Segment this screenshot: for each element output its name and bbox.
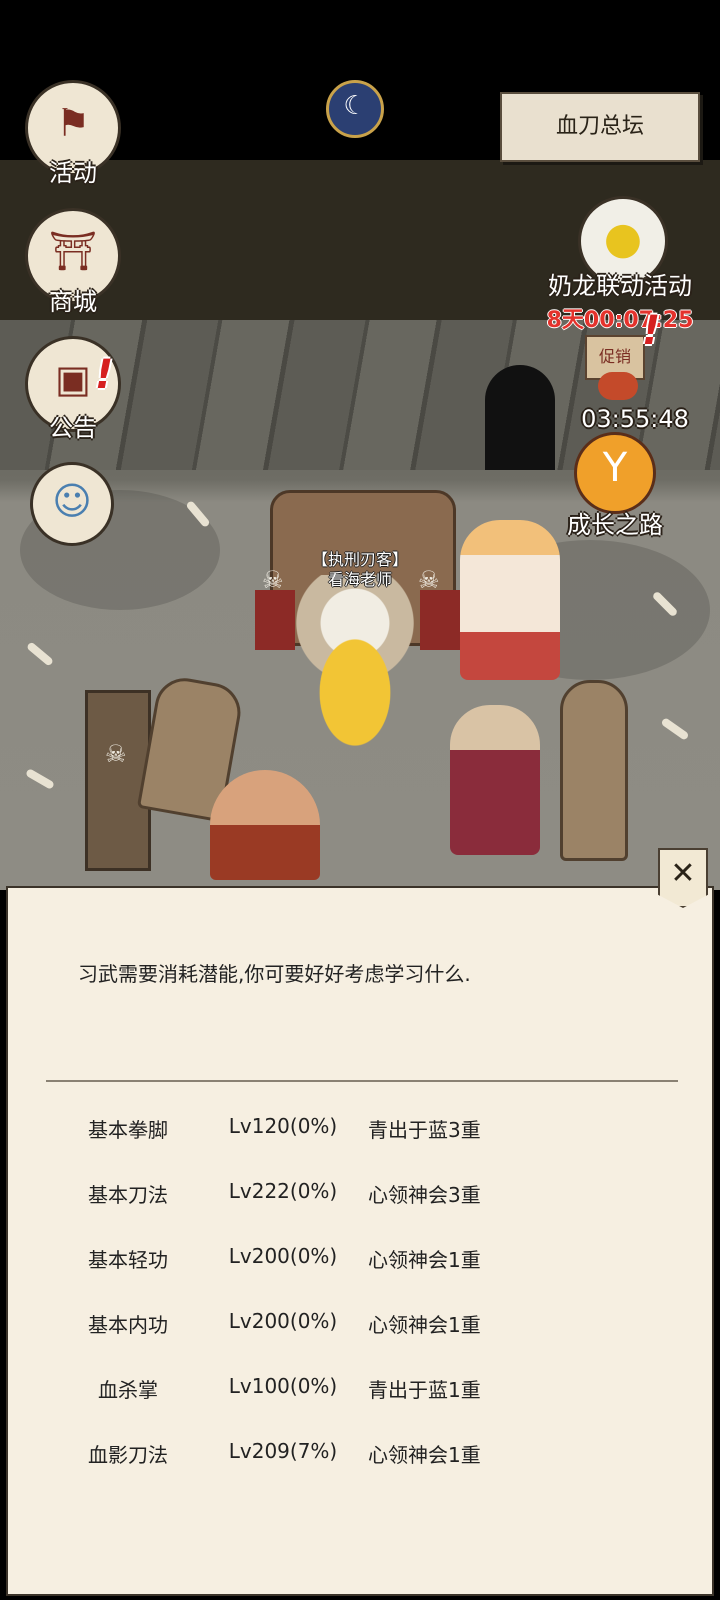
skill-rank: 心领神会3重 [368, 1183, 481, 1207]
treasure-bag-icon [598, 372, 638, 400]
skill-row[interactable]: 血影刀法 Lv209(7%) 心领神会1重 [8, 1433, 716, 1473]
event-label: 奶龙联动活动 [548, 272, 692, 300]
skill-rank: 心领神会1重 [368, 1313, 481, 1337]
skill-level: Lv120(0%) [228, 1114, 338, 1138]
night-mode-button[interactable]: ☾ [326, 80, 384, 138]
skill-name: 血影刀法 [88, 1443, 168, 1467]
milk-dragon-icon: ● [603, 213, 643, 264]
npc-title: 【执刑刃客】 [311, 550, 408, 569]
shop-icon: ⛩ [48, 229, 98, 273]
growth-label: 成长之路 [567, 511, 663, 539]
moon-icon: ☾ [343, 91, 367, 121]
location-button[interactable]: 血刀总坛 [500, 92, 700, 162]
alert-icon: ! [95, 352, 114, 398]
skill-name: 血杀掌 [98, 1378, 158, 1402]
skill-row[interactable]: 基本刀法 Lv222(0%) 心领神会3重 [8, 1173, 716, 1213]
flag-icon: ⚑ [55, 101, 91, 145]
npc-name-label: 【执刑刃客】 看海老师 [300, 550, 420, 590]
character-portrait-icon: ☺ [52, 479, 92, 523]
npc-monk-king[interactable] [460, 520, 560, 680]
npc-old-man[interactable] [450, 705, 540, 855]
skill-level: Lv222(0%) [228, 1179, 338, 1203]
skill-rank: 心领神会1重 [368, 1248, 481, 1272]
npc-bald-warrior[interactable] [210, 770, 320, 880]
dialog-prompt: 习武需要消耗潜能,你可要好好考虑学习什么. [78, 962, 471, 986]
red-drape [420, 590, 460, 650]
skull-icon: ☠ [418, 566, 440, 594]
skill-name: 基本轻功 [88, 1248, 168, 1272]
skill-row[interactable]: 血杀掌 Lv100(0%) 青出于蓝1重 [8, 1368, 716, 1408]
red-drape [255, 590, 295, 650]
skill-level: Lv200(0%) [228, 1244, 338, 1268]
skill-name: 基本刀法 [88, 1183, 168, 1207]
alert-icon: ! [642, 308, 661, 354]
skill-row[interactable]: 基本轻功 Lv200(0%) 心领神会1重 [8, 1238, 716, 1278]
character-button[interactable]: ☺ [30, 462, 114, 546]
skill-rank: 青出于蓝1重 [368, 1378, 481, 1402]
activity-label: 活动 [49, 159, 97, 187]
skill-name: 基本拳脚 [88, 1118, 168, 1142]
promo-countdown: 03:55:48 [581, 405, 689, 433]
skill-name: 基本内功 [88, 1313, 168, 1337]
cave-entrance [485, 365, 555, 470]
skull-icon: ☠ [262, 566, 284, 594]
location-label: 血刀总坛 [555, 114, 644, 139]
learn-skill-dialog: 习武需要消耗潜能,你可要好好考虑学习什么. 基本拳脚 Lv120(0%) 青出于… [6, 886, 714, 1596]
person-cheer-icon: Y [602, 445, 628, 491]
skill-row[interactable]: 基本拳脚 Lv120(0%) 青出于蓝3重 [8, 1108, 716, 1148]
skull-icon: ☠ [105, 740, 127, 768]
notice-label: 公告 [49, 414, 97, 442]
player-character[interactable] [300, 610, 410, 760]
skill-level: Lv100(0%) [228, 1374, 338, 1398]
skill-row[interactable]: 基本内功 Lv200(0%) 心领神会1重 [8, 1303, 716, 1343]
skill-level: Lv200(0%) [228, 1309, 338, 1333]
divider [46, 1080, 678, 1082]
event-countdown: 8天00:07:25 [546, 308, 694, 333]
close-icon: ✕ [670, 856, 696, 891]
npc-name: 看海老师 [327, 570, 392, 589]
shop-label: 商城 [49, 288, 97, 316]
stone-pillar [560, 680, 628, 861]
skill-rank: 心领神会1重 [368, 1443, 481, 1467]
promo-badge: 促销 [598, 347, 631, 366]
growth-button[interactable]: Y [574, 432, 656, 514]
skill-level: Lv209(7%) [228, 1439, 338, 1463]
skill-rank: 青出于蓝3重 [368, 1118, 481, 1142]
